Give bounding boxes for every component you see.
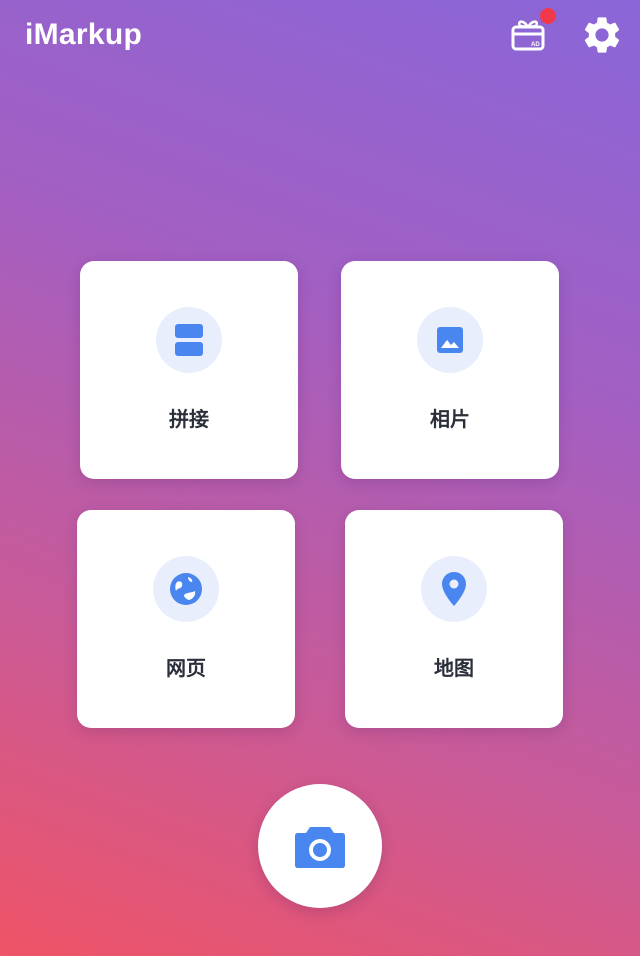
notification-badge — [540, 8, 556, 24]
app-title: iMarkup — [25, 18, 143, 51]
web-card[interactable]: 网页 — [77, 510, 295, 728]
stitch-label: 拼接 — [169, 407, 209, 431]
svg-text:AD: AD — [531, 42, 540, 48]
web-icon-circle — [153, 556, 219, 622]
settings-button[interactable] — [580, 13, 624, 57]
camera-button[interactable] — [258, 784, 382, 908]
image-icon — [437, 327, 463, 353]
photo-icon-circle — [417, 307, 483, 373]
gift-ad-icon: AD — [511, 20, 545, 51]
stitch-icon-circle — [156, 307, 222, 373]
stitch-card[interactable]: 拼接 — [80, 261, 298, 479]
map-pin-icon — [442, 572, 466, 606]
photo-card[interactable]: 相片 — [341, 261, 559, 479]
gear-icon — [584, 17, 620, 53]
photo-label: 相片 — [430, 407, 470, 431]
camera-icon — [295, 827, 345, 868]
web-label: 网页 — [166, 656, 206, 680]
map-icon-circle — [421, 556, 487, 622]
gift-ad-button[interactable]: AD — [507, 8, 556, 58]
map-label: 地图 — [434, 656, 474, 680]
top-bar: iMarkup AD — [0, 0, 640, 80]
globe-icon — [170, 573, 202, 605]
map-card[interactable]: 地图 — [345, 510, 563, 728]
stitch-icon — [175, 324, 203, 356]
